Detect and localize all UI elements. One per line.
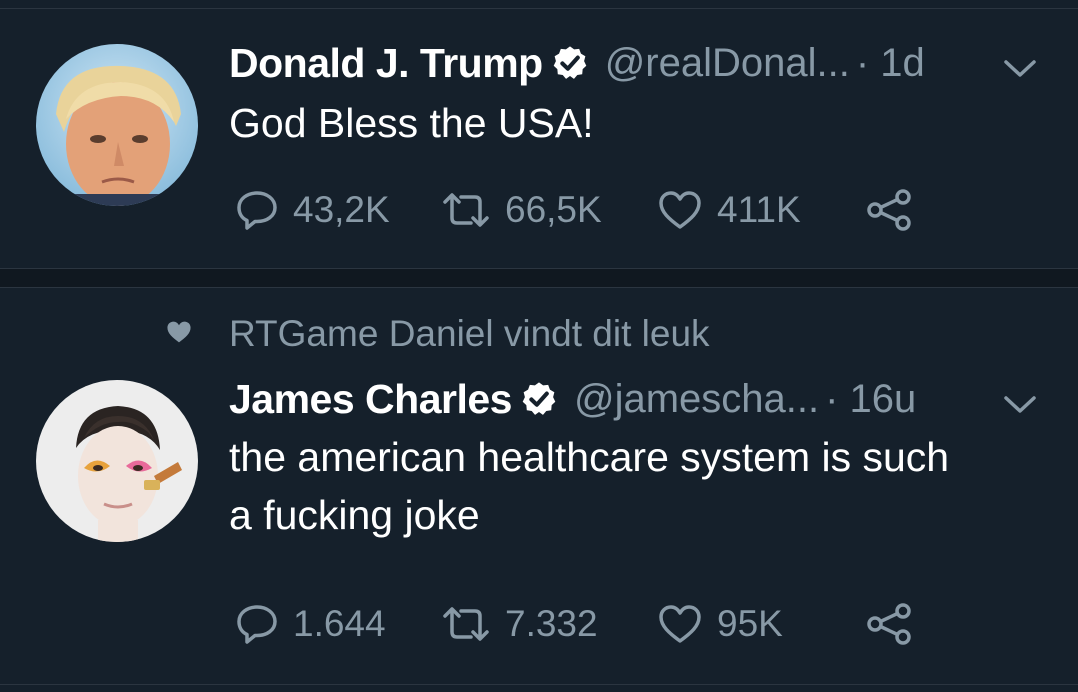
tweet-actions: 43,2K 66,5K 411K: [229, 186, 989, 234]
tweet-text: the american healthcare system is such a…: [229, 428, 1049, 544]
tweet-card[interactable]: RTGame Daniel vindt dit leuk James Charl…: [0, 288, 1078, 688]
like-button[interactable]: 411K: [657, 186, 801, 234]
tweet-separator: [0, 268, 1078, 288]
verified-badge-icon: [551, 44, 589, 82]
tweet-card[interactable]: Donald J. Trump @realDonal... · 1d God B…: [0, 0, 1078, 270]
speech-bubble-icon: [235, 188, 279, 232]
author-name[interactable]: James Charles: [229, 376, 512, 423]
tweet-header: Donald J. Trump @realDonal... · 1d: [229, 38, 925, 88]
social-context: RTGame Daniel vindt dit leuk: [165, 313, 710, 355]
tweet-text: God Bless the USA!: [229, 100, 594, 146]
heart-filled-icon: [165, 319, 193, 350]
chevron-down-icon[interactable]: [1002, 56, 1038, 80]
reply-count: 43,2K: [293, 189, 390, 230]
author-name[interactable]: Donald J. Trump: [229, 40, 543, 87]
tweet-time[interactable]: · 16u: [825, 377, 916, 422]
heart-outline-icon: [657, 603, 703, 645]
chevron-down-icon[interactable]: [1002, 392, 1038, 416]
heart-outline-icon: [657, 189, 703, 231]
retweet-arrows-icon: [441, 190, 491, 230]
tweet-text-line: the american healthcare system is such: [229, 434, 950, 480]
share-nodes-icon: [865, 602, 915, 646]
like-button[interactable]: 95K: [657, 600, 783, 648]
tweet-text-line: a fucking joke: [229, 492, 480, 538]
retweet-arrows-icon: [441, 604, 491, 644]
avatar[interactable]: [36, 44, 198, 206]
retweet-count: 66,5K: [505, 189, 602, 230]
bottom-divider: [0, 684, 1078, 685]
retweet-count: 7.332: [505, 603, 598, 644]
like-count: 411K: [717, 189, 801, 230]
verified-badge-icon: [520, 380, 558, 418]
avatar[interactable]: [36, 380, 198, 542]
reply-button[interactable]: 43,2K: [235, 186, 390, 234]
share-button[interactable]: [865, 186, 915, 234]
separator-line-top: [0, 268, 1078, 269]
like-count: 95K: [717, 603, 783, 644]
retweet-button[interactable]: 7.332: [441, 600, 598, 648]
reply-count: 1.644: [293, 603, 386, 644]
reply-button[interactable]: 1.644: [235, 600, 386, 648]
speech-bubble-icon: [235, 602, 279, 646]
author-handle[interactable]: @jamescha...: [574, 377, 819, 422]
social-context-label[interactable]: RTGame Daniel vindt dit leuk: [229, 313, 710, 355]
tweet-time[interactable]: · 1d: [856, 41, 925, 86]
retweet-button[interactable]: 66,5K: [441, 186, 602, 234]
share-button[interactable]: [865, 600, 915, 648]
author-handle[interactable]: @realDonal...: [605, 41, 850, 86]
tweet-actions: 1.644 7.332 95K: [229, 600, 989, 648]
share-nodes-icon: [865, 188, 915, 232]
tweet-header: James Charles @jamescha... · 16u: [229, 374, 916, 424]
